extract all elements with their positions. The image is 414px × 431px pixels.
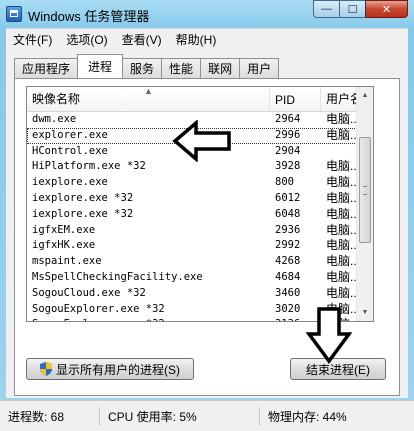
process-name-cell: iexplore.exe *32 <box>32 191 134 204</box>
tab-services[interactable]: 服务 <box>122 58 163 78</box>
process-row[interactable]: igfxHK.exe 2992 电脑... <box>27 238 373 254</box>
process-row[interactable]: iexplore.exe *32 6048 电脑... <box>27 207 373 223</box>
vertical-scrollbar[interactable]: ▲ ▼ <box>356 87 373 321</box>
tab-applications[interactable]: 应用程序 <box>14 58 79 78</box>
process-pid-cell: 4684 <box>275 270 301 283</box>
process-pid-cell: 2996 <box>275 128 301 141</box>
process-pid-cell: 4268 <box>275 255 301 268</box>
tab-users[interactable]: 用户 <box>239 58 280 78</box>
process-name-cell: igfxHK.exe <box>32 239 96 252</box>
process-pid-cell: 2964 <box>275 113 301 125</box>
process-row[interactable]: igfxEM.exe 2936 电脑... <box>27 223 373 239</box>
status-cpu-usage: CPU 使用率: 5% <box>100 407 260 425</box>
minimize-button[interactable]: — <box>313 0 339 18</box>
process-row[interactable]: iexplore.exe 800 电脑... <box>27 175 373 191</box>
scroll-up-icon[interactable]: ▲ <box>357 87 373 104</box>
sort-ascending-icon: ▲ <box>144 86 153 96</box>
process-name-cell: SogouExplorer.exe *32 <box>27 317 270 321</box>
process-name-cell: SogouExplorer.exe *32 <box>32 302 165 315</box>
process-name-cell: dwm.exe <box>32 113 77 125</box>
left-pointing-arrow-icon <box>172 120 231 162</box>
process-row[interactable]: iexplore.exe *32 6012 电脑... <box>27 191 373 207</box>
process-pid-cell: 3460 <box>275 286 301 299</box>
tab-networking[interactable]: 联网 <box>200 58 241 78</box>
process-pid-cell: 800 <box>275 176 294 189</box>
process-name-cell: MsSpellCheckingFacility.exe <box>32 270 203 283</box>
process-row[interactable]: SogouCloud.exe *32 3460 电脑... <box>27 286 373 302</box>
status-physical-memory: 物理内存: 44% <box>268 409 347 424</box>
process-name-cell: SogouCloud.exe *32 <box>32 286 146 299</box>
process-pid-cell: 2904 <box>275 144 301 157</box>
process-pid-cell: 6048 <box>275 207 301 220</box>
task-manager-window: Windows 任务管理器 — ☐ ✕ 文件(F) 选项(O) 查看(V) 帮助… <box>0 0 414 431</box>
uac-shield-icon <box>40 362 52 376</box>
tab-processes[interactable]: 进程 <box>77 54 124 78</box>
tab-performance[interactable]: 性能 <box>161 58 202 78</box>
process-name-cell: explorer.exe <box>32 128 108 141</box>
menu-help[interactable]: 帮助(H) <box>169 31 224 48</box>
process-pid-cell: 3928 <box>275 160 301 173</box>
scroll-down-icon[interactable]: ▼ <box>357 304 373 321</box>
close-button[interactable]: ✕ <box>365 0 408 18</box>
scrollbar-thumb[interactable] <box>359 137 371 243</box>
process-name-cell: HControl.exe <box>32 144 108 157</box>
column-header-pid[interactable]: PID <box>270 87 321 111</box>
window-title: Windows 任务管理器 <box>28 9 150 24</box>
process-name-cell: mspaint.exe <box>32 255 102 268</box>
process-row[interactable]: MsSpellCheckingFacility.exe 4684 电脑... <box>27 270 373 286</box>
process-pid-cell: 6012 <box>275 191 301 204</box>
process-row[interactable]: mspaint.exe 4268 电脑... <box>27 254 373 270</box>
down-pointing-arrow-icon <box>306 307 352 364</box>
tab-strip: 应用程序 进程 服务 性能 联网 用户 <box>14 54 280 78</box>
process-pid-cell: 2992 <box>275 239 301 252</box>
status-bar: 进程数: 68 CPU 使用率: 5% 物理内存: 44% <box>0 400 414 431</box>
process-name-cell: iexplore.exe <box>32 176 108 189</box>
title-bar[interactable]: Windows 任务管理器 — ☐ ✕ <box>0 0 414 28</box>
task-manager-app-icon <box>6 6 22 22</box>
process-pid-cell: 2936 <box>275 223 301 236</box>
status-process-count: 进程数: 68 <box>0 407 100 425</box>
process-name-cell: iexplore.exe *32 <box>32 207 134 220</box>
show-all-users-label: 显示所有用户的进程(S) <box>56 362 180 377</box>
menu-view[interactable]: 查看(V) <box>115 31 169 48</box>
show-all-users-button[interactable]: 显示所有用户的进程(S) <box>26 358 194 380</box>
process-name-cell: igfxEM.exe <box>32 223 96 236</box>
menu-file[interactable]: 文件(F) <box>6 31 59 48</box>
maximize-button[interactable]: ☐ <box>339 0 365 18</box>
process-list-header: 映像名称 PID 用户名 ▲ <box>27 87 373 112</box>
menu-bar: 文件(F) 选项(O) 查看(V) 帮助(H) <box>6 28 408 50</box>
menu-options[interactable]: 选项(O) <box>59 31 114 48</box>
caption-buttons: — ☐ ✕ <box>313 0 408 20</box>
process-name-cell: HiPlatform.exe *32 <box>32 160 146 173</box>
